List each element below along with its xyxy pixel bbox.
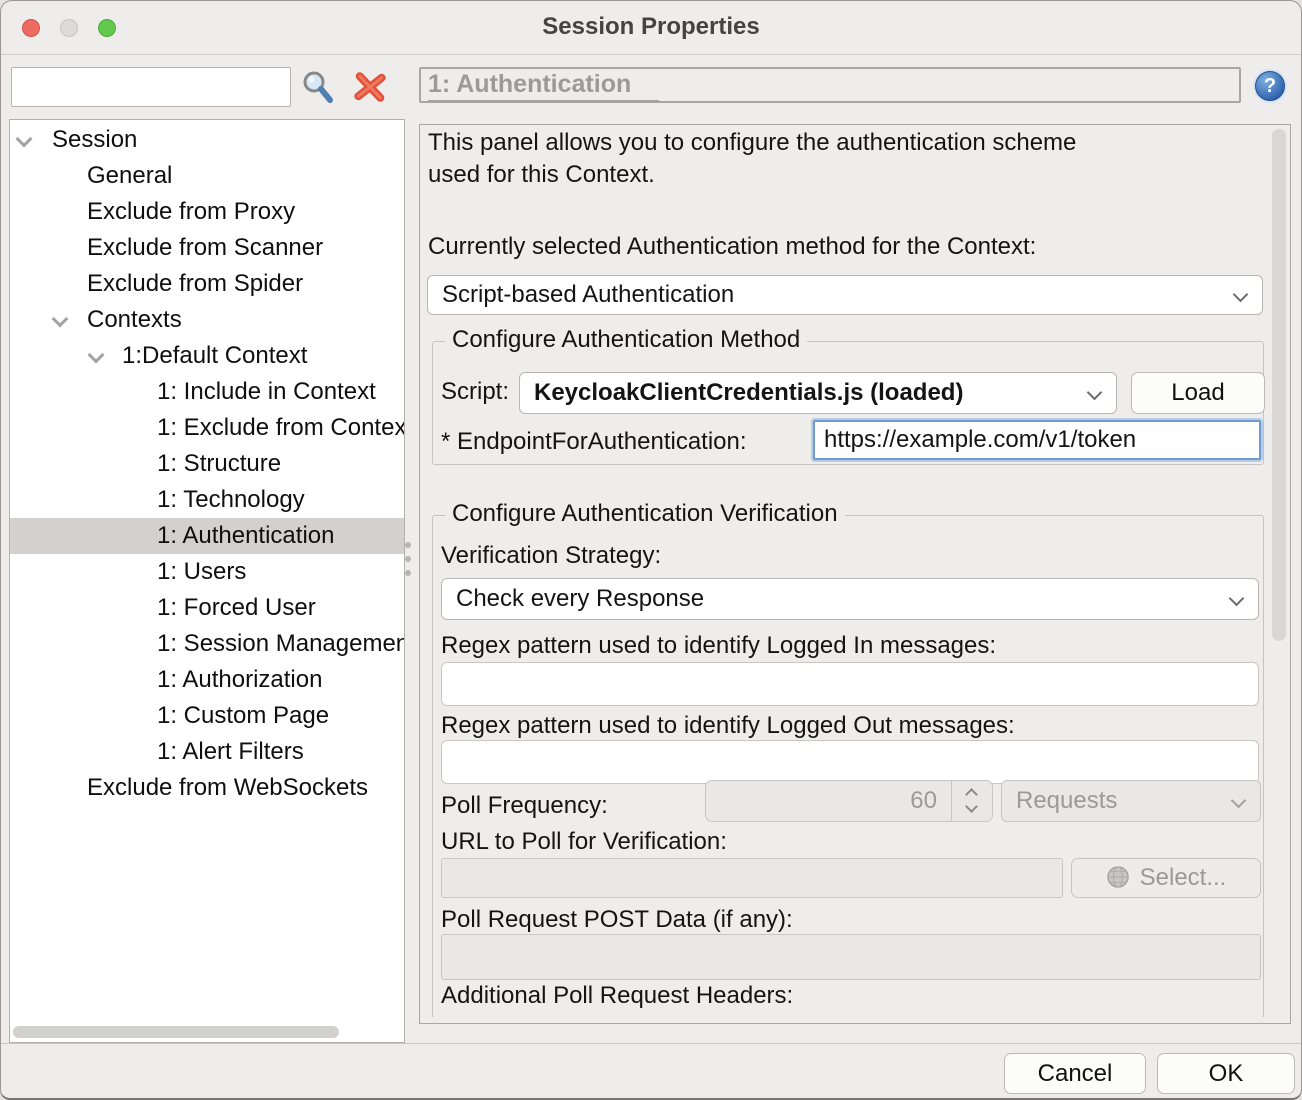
sidebar-item-general[interactable]: General xyxy=(10,158,404,194)
panel-vertical-scrollbar[interactable] xyxy=(1272,129,1286,641)
tree-search-input[interactable] xyxy=(11,67,291,107)
tree-horizontal-scrollbar[interactable] xyxy=(13,1026,339,1038)
sidebar-item-users[interactable]: 1: Users xyxy=(10,554,404,590)
sidebar-item-exclude-from-spider[interactable]: Exclude from Spider xyxy=(10,266,404,302)
configure-verification-legend: Configure Authentication Verification xyxy=(445,500,845,528)
poll-frequency-value: 60 xyxy=(706,781,952,821)
sidebar-item-custom-page[interactable]: 1: Custom Page xyxy=(10,698,404,734)
window-title: Session Properties xyxy=(1,1,1301,53)
search-icon[interactable] xyxy=(300,69,336,105)
sidebar-item-alert-filters[interactable]: 1: Alert Filters xyxy=(10,734,404,770)
poll-headers-label: Additional Poll Request Headers: xyxy=(441,982,793,1010)
sidebar-item-authentication[interactable]: 1: Authentication xyxy=(10,518,404,554)
chevron-down-icon xyxy=(1229,591,1245,607)
logged-out-regex-input[interactable] xyxy=(441,740,1259,784)
verification-strategy-label: Verification Strategy: xyxy=(441,542,661,570)
expander-icon[interactable] xyxy=(88,347,105,364)
chevron-down-icon xyxy=(1087,385,1103,401)
sidebar-item-structure[interactable]: 1: Structure xyxy=(10,446,404,482)
endpoint-input[interactable] xyxy=(813,420,1261,460)
script-label: Script: xyxy=(441,378,509,406)
panel-title-field: 1: Authentication xyxy=(419,67,1241,103)
panel-description-line1: This panel allows you to configure the a… xyxy=(428,129,1076,157)
script-select[interactable]: KeycloakClientCredentials.js (loaded) xyxy=(519,372,1117,414)
clear-search-icon[interactable] xyxy=(352,69,388,105)
logged-in-regex-input[interactable] xyxy=(441,662,1259,706)
authentication-panel: This panel allows you to configure the a… xyxy=(419,124,1291,1024)
sidebar-item-exclude-from-proxy[interactable]: Exclude from Proxy xyxy=(10,194,404,230)
expander-icon[interactable] xyxy=(16,131,33,148)
configure-method-group: Configure Authentication Method Script: … xyxy=(432,341,1264,465)
logged-in-regex-label: Regex pattern used to identify Logged In… xyxy=(441,632,996,660)
verification-strategy-select[interactable]: Check every Response xyxy=(441,578,1259,620)
configure-method-legend: Configure Authentication Method xyxy=(445,326,807,354)
sidebar-item-exclude-from-scanner[interactable]: Exclude from Scanner xyxy=(10,230,404,266)
help-icon[interactable]: ? xyxy=(1255,71,1285,101)
session-properties-dialog: Session Properties Session General Exclu xyxy=(0,0,1302,1100)
poll-frequency-label: Poll Frequency: xyxy=(441,792,608,820)
panel-title: 1: Authentication xyxy=(428,69,659,102)
sidebar-item-forced-user[interactable]: 1: Forced User xyxy=(10,590,404,626)
post-data-input xyxy=(441,934,1261,980)
load-button[interactable]: Load xyxy=(1131,372,1265,414)
sidebar-item-authorization[interactable]: 1: Authorization xyxy=(10,662,404,698)
sidebar-item-session[interactable]: Session xyxy=(10,122,404,158)
poll-frequency-stepper: 60 xyxy=(705,780,993,822)
sidebar-item-session-management[interactable]: 1: Session Management xyxy=(10,626,404,662)
configure-verification-group: Configure Authentication Verification Ve… xyxy=(432,515,1264,1017)
ok-button[interactable]: OK xyxy=(1157,1053,1295,1094)
sidebar-item-contexts[interactable]: Contexts xyxy=(10,302,404,338)
sidebar-item-technology[interactable]: 1: Technology xyxy=(10,482,404,518)
session-tree: Session General Exclude from Proxy Exclu… xyxy=(9,119,405,1043)
split-pane-divider[interactable] xyxy=(405,61,419,1043)
chevron-down-icon xyxy=(1231,793,1247,809)
title-bar: Session Properties xyxy=(1,1,1301,55)
poll-url-input xyxy=(441,858,1063,898)
sidebar-item-default-context[interactable]: 1:Default Context xyxy=(10,338,404,374)
stepper-arrows-icon xyxy=(952,781,992,821)
auth-method-label: Currently selected Authentication method… xyxy=(428,233,1036,261)
logged-out-regex-label: Regex pattern used to identify Logged Ou… xyxy=(441,712,1015,740)
post-data-label: Poll Request POST Data (if any): xyxy=(441,906,793,934)
panel-description-line2: used for this Context. xyxy=(428,161,655,189)
chevron-down-icon xyxy=(1233,287,1249,303)
endpoint-label: * EndpointForAuthentication: xyxy=(441,428,747,456)
expander-icon[interactable] xyxy=(52,311,69,328)
sidebar-item-exclude-from-context[interactable]: 1: Exclude from Context xyxy=(10,410,404,446)
sidebar-item-exclude-from-websockets[interactable]: Exclude from WebSockets xyxy=(10,770,404,806)
auth-method-select[interactable]: Script-based Authentication xyxy=(427,275,1263,315)
globe-icon xyxy=(1106,863,1130,901)
sidebar-item-include-in-context[interactable]: 1: Include in Context xyxy=(10,374,404,410)
poll-url-label: URL to Poll for Verification: xyxy=(441,828,727,856)
cancel-button[interactable]: Cancel xyxy=(1004,1053,1146,1094)
poll-units-select: Requests xyxy=(1001,780,1261,822)
select-url-button: Select... xyxy=(1071,858,1261,898)
footer-divider xyxy=(1,1043,1301,1044)
